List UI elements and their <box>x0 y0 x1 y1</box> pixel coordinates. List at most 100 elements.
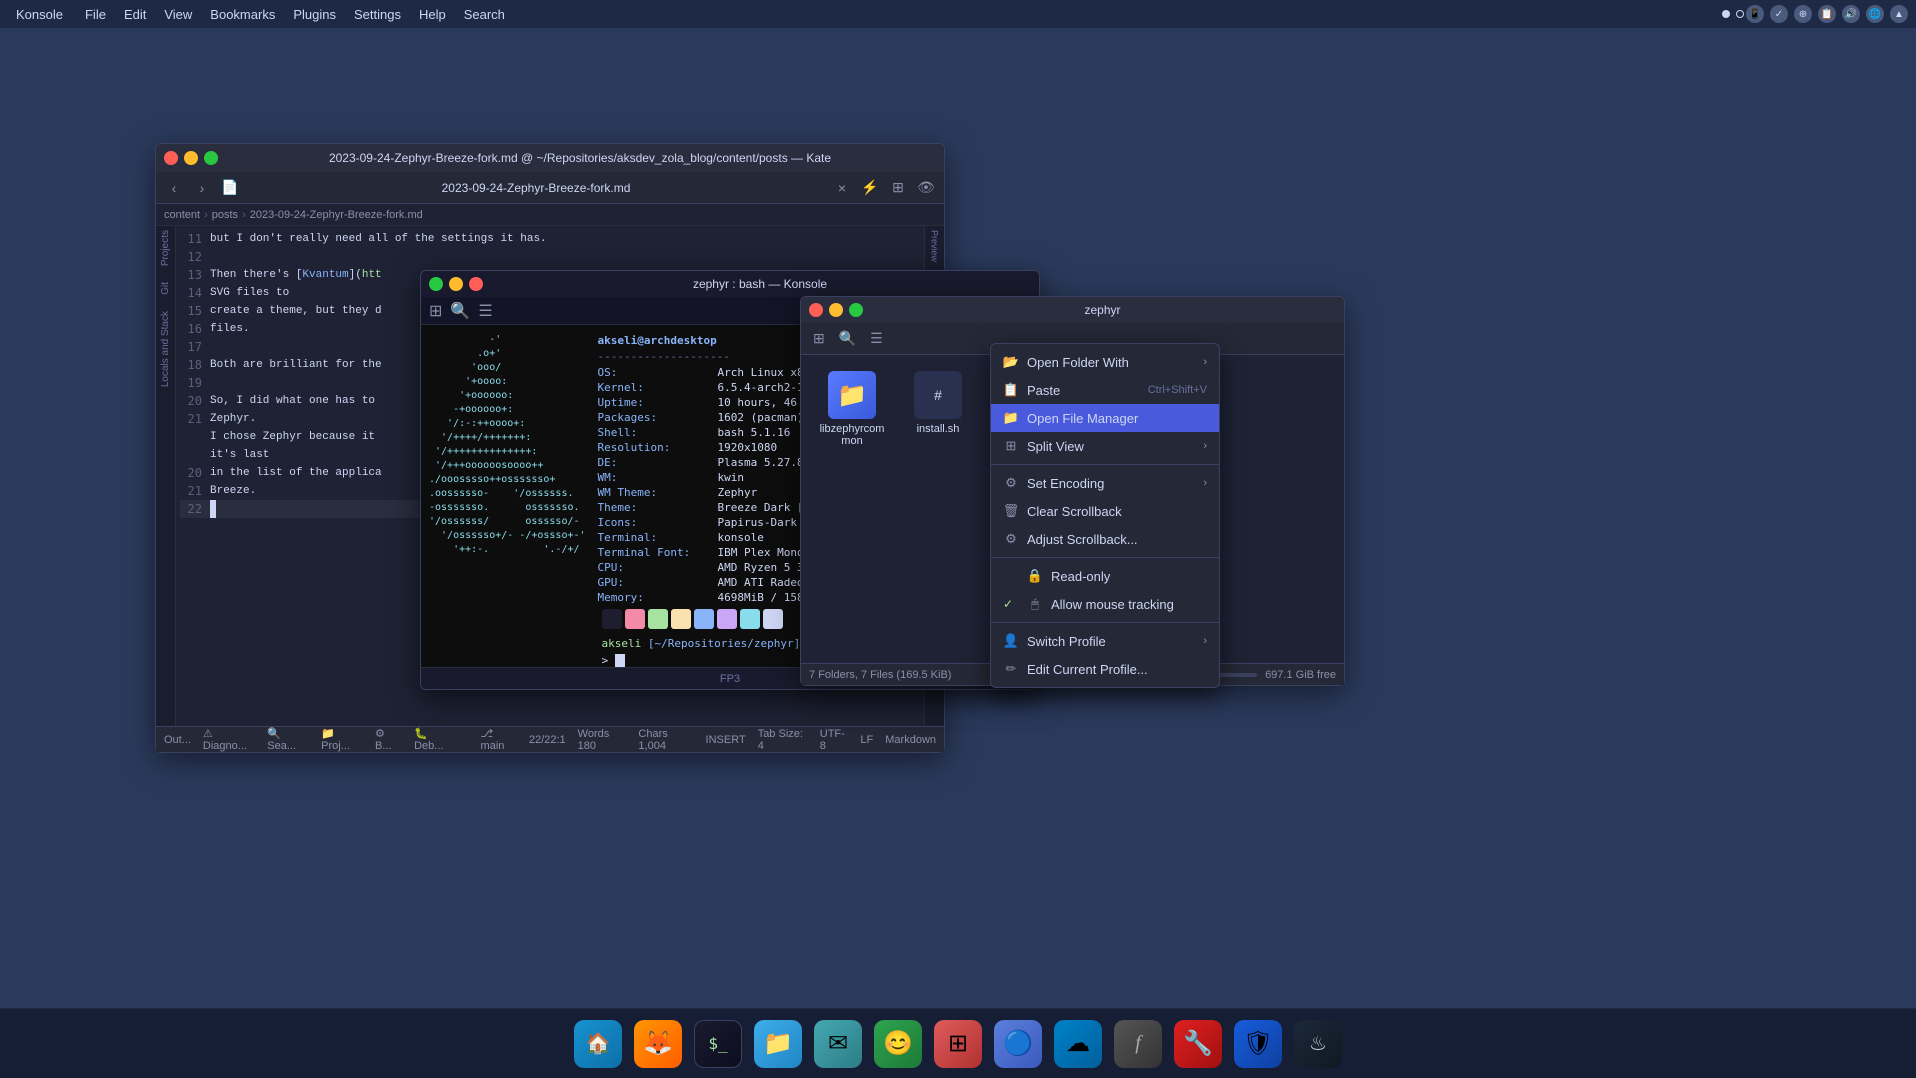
fm-status-files: 7 Folders, 7 Files (169.5 KiB) <box>809 669 951 681</box>
konsole-search-btn[interactable]: 🔍 <box>450 301 470 321</box>
status-build[interactable]: ⚙ B... <box>375 727 402 752</box>
status-search[interactable]: 🔍 Sea... <box>267 727 309 752</box>
dock-dolphin[interactable]: 📁 <box>752 1018 804 1070</box>
menu-file[interactable]: File <box>77 5 114 24</box>
dock-kmail[interactable]: ✉ <box>812 1018 864 1070</box>
status-output[interactable]: Out... <box>164 734 191 746</box>
dock-kde-connect[interactable]: ⊞ <box>932 1018 984 1070</box>
sidebar-lsp-btn[interactable]: Locals and Stack <box>160 311 171 387</box>
dock-nextcloud[interactable]: ☁ <box>1052 1018 1104 1070</box>
fm-item-libzephyrcommon[interactable]: 📁 libzephyrcommon <box>817 371 887 447</box>
ctx-adjust-scrollback[interactable]: ⚙ Adjust Scrollback... <box>991 525 1219 553</box>
taskbar: 🏠 🦊 $_ 📁 ✉ 😊 ⊞ 🔵 ☁ f 🔧 🛡 ♨ <box>0 1008 1916 1078</box>
tray-check[interactable]: ✓ <box>1770 5 1788 23</box>
sidebar-git-btn[interactable]: Git <box>160 282 171 295</box>
dock-instruments[interactable]: 🔧 <box>1172 1018 1224 1070</box>
konsole-menu-btn[interactable]: ☰ <box>478 301 492 321</box>
menu-settings[interactable]: Settings <box>346 5 409 24</box>
konsole-icon: $_ <box>694 1020 742 1068</box>
fm-folder-icon: 📁 <box>828 371 876 419</box>
konsole-yellow-btn[interactable] <box>449 277 463 291</box>
ctx-set-encoding[interactable]: ⚙ Set Encoding › <box>991 469 1219 497</box>
fm-close-btn[interactable] <box>809 303 823 317</box>
menu-help[interactable]: Help <box>411 5 454 24</box>
ctx-label-switch-profile: Switch Profile <box>1027 634 1195 649</box>
swatch-2 <box>648 609 668 629</box>
ctx-edit-profile[interactable]: ✏ Edit Current Profile... <box>991 655 1219 683</box>
ctx-mouse-tracking[interactable]: ✓ 🖱 Allow mouse tracking <box>991 590 1219 618</box>
korganizer-icon: 🔵 <box>994 1020 1042 1068</box>
encoding-icon: ⚙ <box>1003 475 1019 491</box>
kate-close-tab-btn[interactable]: × <box>830 176 854 200</box>
konsole-split-btn[interactable]: ⊞ <box>429 301 442 321</box>
breadcrumb-file: 2023-09-24-Zephyr-Breeze-fork.md <box>250 209 423 221</box>
ctx-divider-3 <box>991 622 1219 623</box>
kate-tab[interactable]: 2023-09-24-Zephyr-Breeze-fork.md <box>246 181 826 195</box>
dock-korganizer[interactable]: 🔵 <box>992 1018 1044 1070</box>
konsole-close-btn[interactable] <box>469 277 483 291</box>
arch-icon: 🏠 <box>574 1020 622 1068</box>
kate-back-btn[interactable]: ‹ <box>162 176 186 200</box>
ctx-split-view[interactable]: ⊞ Split View › <box>991 432 1219 460</box>
fm-max-btn[interactable] <box>849 303 863 317</box>
menu-bookmarks[interactable]: Bookmarks <box>202 5 283 24</box>
dock-bitwarden[interactable]: 🛡 <box>1232 1018 1284 1070</box>
fm-item-install[interactable]: # install.sh <box>903 371 973 447</box>
ctx-divider-2 <box>991 557 1219 558</box>
workspace-dot-2[interactable] <box>1736 10 1744 18</box>
dock-franz[interactable]: f <box>1112 1018 1164 1070</box>
dock-arch[interactable]: 🏠 <box>572 1018 624 1070</box>
kate-forward-btn[interactable]: › <box>190 176 214 200</box>
dock-firefox[interactable]: 🦊 <box>632 1018 684 1070</box>
fm-split-btn[interactable]: ⊞ <box>809 328 829 349</box>
ctx-open-file-manager[interactable]: 📁 Open File Manager <box>991 404 1219 432</box>
menu-edit[interactable]: Edit <box>116 5 154 24</box>
dock-yakuake[interactable]: 😊 <box>872 1018 924 1070</box>
kate-file-btn[interactable]: 📄 <box>218 176 242 200</box>
sysinfo-label: Icons: <box>598 515 718 530</box>
kate-split-btn[interactable]: ⊞ <box>886 176 910 200</box>
tray-kdeconnect[interactable]: 📱 <box>1746 5 1764 23</box>
konsole-green-btn[interactable] <box>429 277 443 291</box>
menu-search[interactable]: Search <box>456 5 513 24</box>
kate-max-btn[interactable] <box>204 151 218 165</box>
sysinfo-value: konsole <box>718 530 764 545</box>
ctx-readonly[interactable]: 🔒 Read-only <box>991 562 1219 590</box>
tray-expand[interactable]: ▲ <box>1890 5 1908 23</box>
workspace-dot-1[interactable] <box>1722 10 1730 18</box>
firefox-icon: 🦊 <box>634 1020 682 1068</box>
ctx-label-split: Split View <box>1027 439 1195 454</box>
kate-min-btn[interactable] <box>184 151 198 165</box>
kate-preview-btn[interactable]: 👁 <box>914 176 938 200</box>
fm-file-icon: # <box>914 371 962 419</box>
swatch-0 <box>602 609 622 629</box>
tray-audio[interactable]: 🔊 <box>1842 5 1860 23</box>
fm-search-btn[interactable]: 🔍 <box>835 328 860 349</box>
status-diagnostics[interactable]: ⚠ Diagno... <box>203 727 255 752</box>
status-debug[interactable]: 🐛 Deb... <box>414 727 456 752</box>
menu-view[interactable]: View <box>156 5 200 24</box>
dock-konsole[interactable]: $_ <box>692 1018 744 1070</box>
sidebar-projects-btn[interactable]: Projects <box>160 230 171 266</box>
tray-vpn[interactable]: ⊕ <box>1794 5 1812 23</box>
dock-steam[interactable]: ♨ <box>1292 1018 1344 1070</box>
sysinfo-value: kwin <box>718 470 745 485</box>
fm-title: zephyr <box>869 303 1336 317</box>
status-projects[interactable]: 📁 Proj... <box>321 727 363 752</box>
kate-lightning-btn[interactable]: ⚡ <box>858 176 882 200</box>
fm-min-btn[interactable] <box>829 303 843 317</box>
swatch-4 <box>694 609 714 629</box>
ctx-clear-scrollback[interactable]: 🗑 Clear Scrollback <box>991 497 1219 525</box>
ctx-open-folder-with[interactable]: 📂 Open Folder With › <box>991 348 1219 376</box>
sysinfo-label: Uptime: <box>598 395 718 410</box>
ctx-switch-profile[interactable]: 👤 Switch Profile › <box>991 627 1219 655</box>
context-menu: 📂 Open Folder With › 📋 Paste Ctrl+Shift+… <box>990 343 1220 688</box>
ctx-paste[interactable]: 📋 Paste Ctrl+Shift+V <box>991 376 1219 404</box>
sysinfo-label: Kernel: <box>598 380 718 395</box>
kate-close-btn[interactable] <box>164 151 178 165</box>
tray-clipboard[interactable]: 📋 <box>1818 5 1836 23</box>
edit-icon: ✏ <box>1003 661 1019 677</box>
tray-network[interactable]: 🌐 <box>1866 5 1884 23</box>
menu-plugins[interactable]: Plugins <box>285 5 344 24</box>
fm-menu-btn[interactable]: ☰ <box>866 328 887 349</box>
